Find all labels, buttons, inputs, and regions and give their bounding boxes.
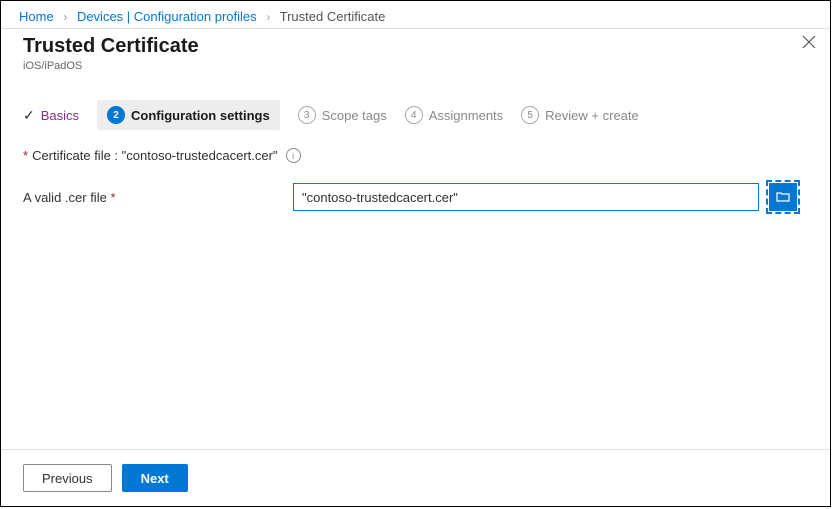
step-label: Configuration settings	[131, 108, 270, 123]
step-label: Assignments	[429, 108, 503, 123]
required-marker: *	[23, 148, 28, 163]
certificate-file-line: * Certificate file : "contoso-trustedcac…	[23, 148, 808, 163]
certificate-file-label: Certificate file : "contoso-trustedcacer…	[32, 148, 278, 163]
step-number: 3	[298, 106, 316, 124]
breadcrumb-home[interactable]: Home	[19, 9, 54, 24]
step-label: Review + create	[545, 108, 639, 123]
valid-cer-row: A valid .cer file *	[23, 183, 808, 211]
breadcrumb-current: Trusted Certificate	[280, 9, 386, 24]
step-configuration-settings[interactable]: 2 Configuration settings	[97, 100, 280, 130]
browse-button[interactable]	[769, 183, 797, 211]
form-area: * Certificate file : "contoso-trustedcac…	[23, 148, 808, 211]
step-basics[interactable]: ✓ Basics	[23, 107, 79, 124]
folder-icon	[776, 191, 790, 203]
step-number: 5	[521, 106, 539, 124]
previous-button[interactable]: Previous	[23, 464, 112, 492]
close-icon[interactable]	[802, 35, 816, 53]
check-icon: ✓	[23, 107, 35, 124]
page-title: Trusted Certificate	[23, 35, 808, 58]
next-button[interactable]: Next	[122, 464, 188, 492]
app-frame: Home › Devices | Configuration profiles …	[0, 0, 831, 507]
breadcrumb: Home › Devices | Configuration profiles …	[1, 1, 830, 28]
chevron-right-icon: ›	[63, 10, 67, 24]
step-number: 2	[107, 106, 125, 124]
step-number: 4	[405, 106, 423, 124]
breadcrumb-devices[interactable]: Devices | Configuration profiles	[77, 9, 257, 24]
step-review-create[interactable]: 5 Review + create	[521, 106, 639, 124]
step-nav: ✓ Basics 2 Configuration settings 3 Scop…	[23, 100, 808, 130]
step-label: Basics	[41, 108, 79, 123]
page-header: Trusted Certificate iOS/iPadOS	[1, 29, 830, 72]
step-scope-tags[interactable]: 3 Scope tags	[298, 106, 387, 124]
step-assignments[interactable]: 4 Assignments	[405, 106, 503, 124]
required-marker: *	[110, 190, 115, 205]
footer-bar: Previous Next	[1, 449, 830, 506]
step-label: Scope tags	[322, 108, 387, 123]
valid-cer-input[interactable]	[293, 183, 759, 211]
chevron-right-icon: ›	[266, 10, 270, 24]
page-subtitle: iOS/iPadOS	[23, 60, 808, 72]
valid-cer-label: A valid .cer file *	[23, 190, 283, 205]
info-icon[interactable]: i	[286, 148, 301, 163]
